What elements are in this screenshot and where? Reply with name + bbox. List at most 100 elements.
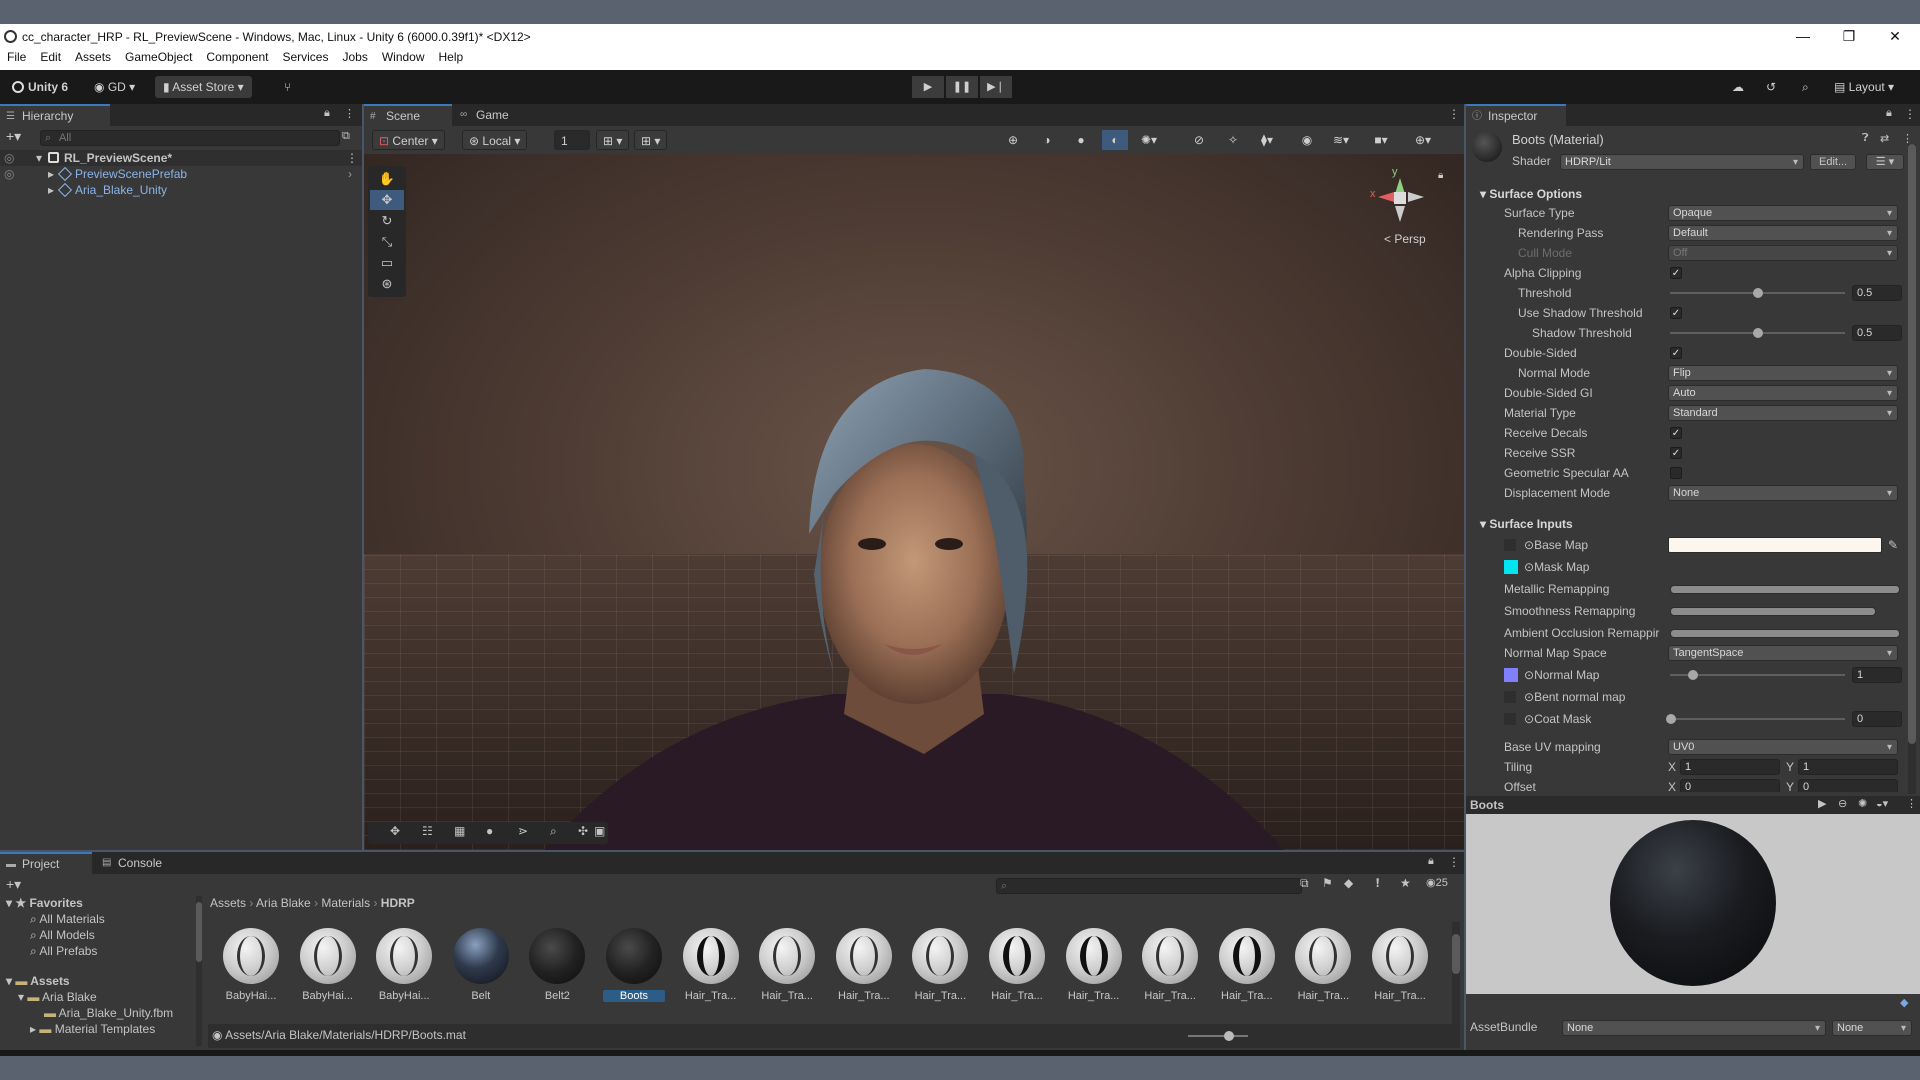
- coat-mask-texture-slot[interactable]: [1504, 713, 1516, 725]
- expand-arrow-icon[interactable]: ▸: [48, 182, 54, 198]
- material-thumbnail[interactable]: Belt2: [526, 928, 588, 1002]
- eyedropper-icon[interactable]: ✎: [1888, 536, 1898, 554]
- scene-viewport[interactable]: ✋ ✥ ↻ ⤡ ▭ ⊛ y x < Persp 🔒︎ ✥ ☷ ▦ ● ⋗ ⌕ ✣: [364, 154, 1464, 850]
- material-thumbnail[interactable]: Hair_Tra...: [1216, 928, 1278, 1002]
- zoom-slider-knob[interactable]: [1224, 1031, 1234, 1041]
- unity-account-button[interactable]: Unity 6: [4, 76, 76, 98]
- assetbundle-variant-dropdown[interactable]: None: [1832, 1020, 1912, 1036]
- surface-option-dropdown[interactable]: Flip: [1668, 365, 1898, 381]
- shader-dropdown[interactable]: HDRP/Lit: [1560, 154, 1804, 170]
- more-options-icon[interactable]: ⋮: [1904, 107, 1916, 121]
- preview-menu-icon[interactable]: ⋮: [1906, 797, 1917, 810]
- history-icon[interactable]: ↺: [1758, 76, 1784, 98]
- base-map-color-field[interactable]: [1668, 537, 1882, 553]
- search-icon[interactable]: ⌕: [1794, 76, 1817, 98]
- hidden-objects-icon[interactable]: ◉: [1294, 130, 1320, 150]
- assetbundle-dropdown[interactable]: None: [1562, 1020, 1826, 1036]
- metallic-remapping-slider[interactable]: [1670, 585, 1900, 594]
- visibility-icon[interactable]: ◎: [4, 166, 14, 182]
- scene-row[interactable]: ◎ ▾ RL_PreviewScene* ⋮: [0, 150, 362, 166]
- surface-option-value[interactable]: 0.5: [1852, 285, 1902, 301]
- surface-option-checkbox[interactable]: ✓: [1670, 347, 1682, 359]
- pause-button[interactable]: ❚❚: [946, 76, 978, 98]
- move-tool-icon[interactable]: ✥: [370, 190, 404, 210]
- surface-option-value[interactable]: 0.5: [1852, 325, 1902, 341]
- overlay-grid-icon[interactable]: ▦: [454, 824, 465, 838]
- add-object-button[interactable]: +▾: [6, 128, 21, 145]
- orientation-gizmo[interactable]: y x: [1370, 166, 1430, 228]
- lock-icon[interactable]: 🔒︎: [1886, 107, 1892, 120]
- open-prefab-arrow-icon[interactable]: ›: [348, 166, 352, 182]
- tab-hierarchy[interactable]: ☰ Hierarchy: [0, 104, 110, 126]
- shading-wireframe-icon[interactable]: ◑: [1034, 130, 1060, 150]
- close-button[interactable]: ✕: [1872, 24, 1918, 48]
- inspector-scroll-thumb[interactable]: [1908, 144, 1916, 744]
- surface-option-dropdown[interactable]: Auto: [1668, 385, 1898, 401]
- overlay-align-icon[interactable]: ☷: [422, 824, 433, 838]
- shader-options-icon[interactable]: ☰ ▾: [1866, 154, 1904, 170]
- preview-viewport[interactable]: [1466, 814, 1920, 994]
- asset-store-button[interactable]: ▮ Asset Store ▾: [155, 76, 252, 98]
- version-control-icon[interactable]: ⑂: [276, 76, 299, 98]
- scene-visibility-icon[interactable]: ⧫▾: [1254, 130, 1280, 150]
- coat-mask-slider-knob[interactable]: [1666, 714, 1676, 724]
- material-thumbnail[interactable]: Hair_Tra...: [1292, 928, 1354, 1002]
- bent-normal-map-texture-slot[interactable]: [1504, 691, 1516, 703]
- surface-option-dropdown[interactable]: Opaque: [1668, 205, 1898, 221]
- rotate-tool-icon[interactable]: ↻: [370, 211, 404, 231]
- play-button[interactable]: ▶: [912, 76, 944, 98]
- material-thumbnail[interactable]: Boots: [603, 928, 665, 1002]
- gizmo-z-arrow[interactable]: [1408, 192, 1424, 202]
- surface-option-checkbox[interactable]: ✓: [1670, 267, 1682, 279]
- overlay-move-icon[interactable]: ✥: [390, 824, 400, 838]
- hierarchy-search-input[interactable]: ⌕ All: [40, 130, 340, 146]
- zoom-slider-track[interactable]: [1188, 1035, 1248, 1037]
- surface-option-dropdown[interactable]: Off: [1668, 245, 1898, 261]
- space-local-dropdown[interactable]: ⊛ Local ▾: [462, 130, 528, 150]
- normal-map-space-dropdown[interactable]: TangentSpace: [1668, 645, 1898, 661]
- presets-icon[interactable]: ⇄: [1880, 132, 1889, 145]
- material-thumbnail[interactable]: BabyHai...: [220, 928, 282, 1002]
- audio-mute-icon[interactable]: ⊘: [1186, 130, 1212, 150]
- minimize-button[interactable]: —: [1780, 24, 1826, 48]
- fx-icon[interactable]: ✧: [1220, 130, 1246, 150]
- grid-scroll-thumb[interactable]: [1452, 934, 1460, 974]
- menu-component[interactable]: Component: [199, 50, 275, 64]
- menu-edit[interactable]: Edit: [33, 50, 68, 64]
- scene-search-icon[interactable]: ⧉: [342, 130, 350, 143]
- hierarchy-item[interactable]: ◎ ▸ PreviewScenePrefab ›: [0, 166, 362, 182]
- scene-menu-icon[interactable]: ⋮: [346, 150, 358, 166]
- surface-option-dropdown[interactable]: Standard: [1668, 405, 1898, 421]
- surface-option-checkbox[interactable]: ✓: [1670, 427, 1682, 439]
- lock-icon[interactable]: 🔒︎: [324, 107, 330, 120]
- normal-map-value[interactable]: 1: [1852, 667, 1902, 683]
- material-thumbnail[interactable]: Hair_Tra...: [680, 928, 742, 1002]
- overlay-search-icon[interactable]: ⌕: [550, 824, 557, 839]
- tiling-y-field[interactable]: 1: [1798, 759, 1898, 775]
- pivot-center-dropdown[interactable]: ⊡ Center ▾: [372, 130, 445, 150]
- increment-snap-button[interactable]: ⊞ ▾: [634, 130, 668, 150]
- surface-option-checkbox[interactable]: [1670, 467, 1682, 479]
- step-button[interactable]: ▶❘: [980, 76, 1012, 98]
- surface-option-slider-knob[interactable]: [1752, 328, 1763, 338]
- visibility-icon[interactable]: ◎: [4, 150, 14, 166]
- transform-tool-icon[interactable]: ⊛: [370, 274, 404, 294]
- shading-solid-icon[interactable]: ●: [1068, 130, 1094, 150]
- overlay-camera-icon[interactable]: ▣: [594, 824, 605, 838]
- material-thumbnail[interactable]: Hair_Tra...: [1063, 928, 1125, 1002]
- scale-tool-icon[interactable]: ⤡: [370, 232, 404, 252]
- normal-map-texture-slot[interactable]: [1504, 668, 1518, 682]
- menu-jobs[interactable]: Jobs: [335, 50, 374, 64]
- tab-inspector[interactable]: ⓘ Inspector: [1466, 104, 1566, 126]
- material-thumbnail[interactable]: Hair_Tra...: [1139, 928, 1201, 1002]
- persp-label[interactable]: < Persp: [1384, 232, 1426, 246]
- offset-x-field[interactable]: 0: [1680, 779, 1780, 792]
- material-thumbnail[interactable]: Hair_Tra...: [909, 928, 971, 1002]
- gizmo-neg-y-arrow[interactable]: [1395, 206, 1405, 222]
- grid-size-input[interactable]: 1: [554, 130, 590, 150]
- expand-arrow-icon[interactable]: ▾: [36, 150, 42, 166]
- smoothness-remapping-slider[interactable]: [1670, 607, 1876, 616]
- menu-services[interactable]: Services: [275, 50, 335, 64]
- surface-inputs-header[interactable]: ▾ Surface Inputs: [1480, 514, 1920, 534]
- preview-play-icon[interactable]: ▶: [1818, 797, 1826, 810]
